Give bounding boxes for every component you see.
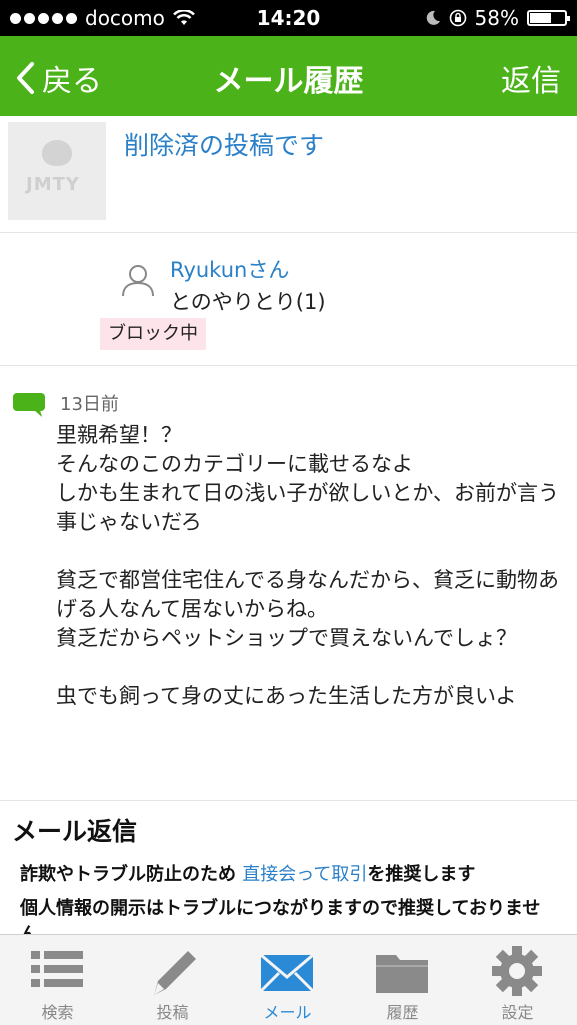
mail-icon [259, 953, 315, 993]
tab-settings[interactable]: 設定 [460, 935, 575, 1025]
safety-notice: 詐欺やトラブル防止のため 直接会って取引を推奨します [20, 860, 475, 886]
notice-prefix: 詐欺やトラブル防止のため [20, 864, 236, 885]
rotation-lock-icon [449, 9, 466, 27]
moon-icon [426, 10, 440, 25]
tab-search[interactable]: 検索 [0, 935, 115, 1025]
back-button[interactable]: 戻る [14, 56, 102, 100]
jmty-logo: JMTY [26, 174, 80, 195]
tab-search-label: 検索 [41, 1003, 74, 1022]
back-label: 戻る [42, 64, 102, 99]
notice-suffix: を推奨します [367, 864, 476, 885]
list-icon [31, 951, 83, 987]
reply-section-heading: メール返信 [12, 817, 138, 846]
battery-percent: 58% [474, 6, 519, 30]
user-icon [122, 265, 154, 297]
folder-icon [376, 955, 428, 993]
section-divider [0, 800, 577, 801]
tab-history-label: 履歴 [386, 1003, 419, 1022]
speech-bubble-icon [13, 393, 45, 417]
tab-history[interactable]: 履歴 [345, 935, 460, 1025]
meet-in-person-link[interactable]: 直接会って取引 [242, 864, 367, 885]
nav-bar: 戻る メール履歴 返信 [0, 36, 577, 116]
tab-post[interactable]: 投稿 [115, 935, 230, 1025]
post-thumbnail: JMTY [8, 122, 106, 220]
tab-mail-label: メール [263, 1003, 312, 1022]
user-name-link[interactable]: Ryukunさん [170, 254, 289, 284]
tab-settings-label: 設定 [501, 1003, 534, 1022]
status-bar: docomo 14:20 58% [0, 0, 577, 36]
tab-post-label: 投稿 [156, 1003, 189, 1022]
message-date: 13日前 [60, 394, 119, 415]
bird-logo-icon [42, 140, 72, 166]
blocked-badge: ブロック中 [100, 318, 206, 350]
message-body: 里親希望！？ そんなのこのカテゴリーに載せるなよ しかも生まれて日の浅い子が欲し… [56, 423, 559, 708]
conversation-count: とのやりとり(1) [170, 290, 326, 314]
post-title-link[interactable]: 削除済の投稿です [124, 126, 324, 162]
chevron-left-icon [17, 62, 34, 94]
pencil-icon [154, 951, 196, 995]
reply-button[interactable]: 返信 [501, 56, 561, 100]
status-right: 58% [425, 6, 570, 30]
battery-icon [527, 10, 570, 26]
tab-bar: 検索 投稿 メール 履歴 設定 [0, 934, 577, 1025]
gear-icon [492, 946, 542, 996]
tab-mail[interactable]: メール [230, 935, 345, 1025]
